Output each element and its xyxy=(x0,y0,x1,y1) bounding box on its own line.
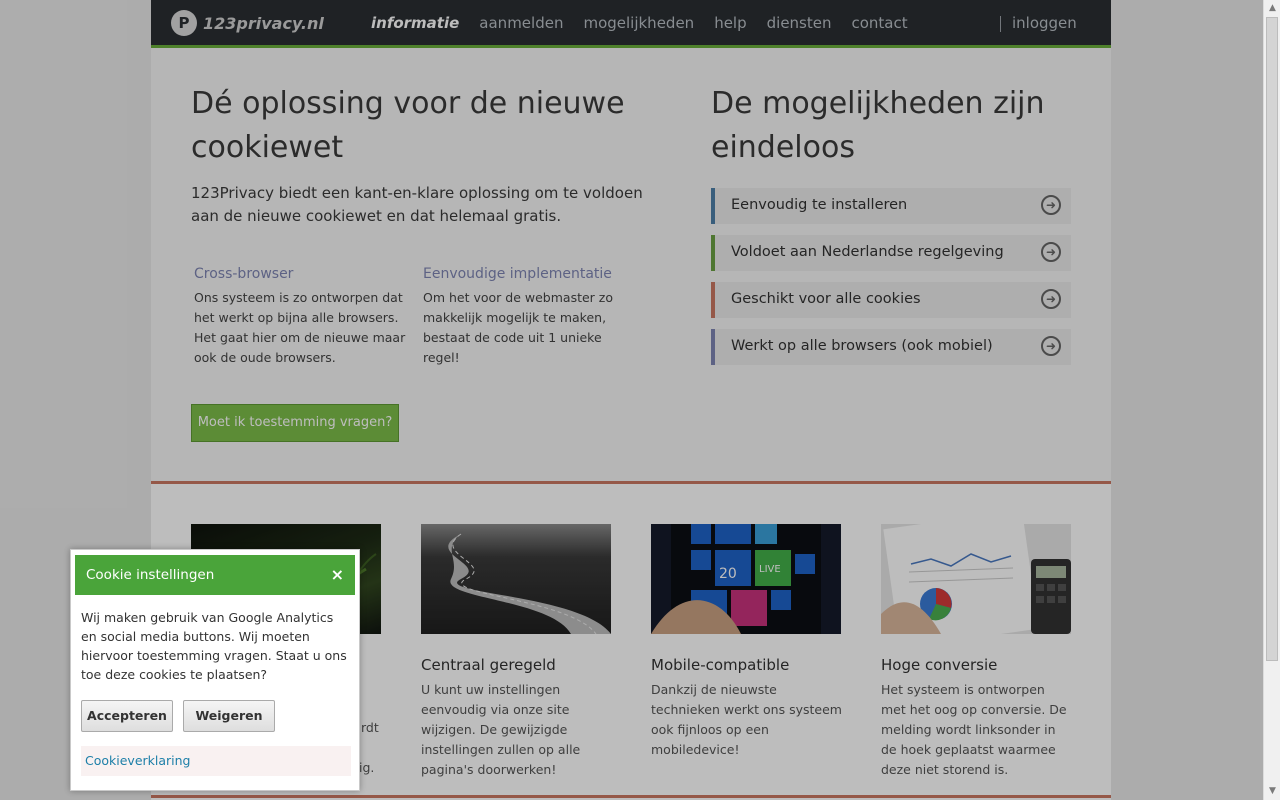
scrollbar-thumb[interactable] xyxy=(1266,17,1278,661)
accept-cookies-button[interactable]: Accepteren xyxy=(81,700,173,732)
cookie-dialog-header: Cookie instellingen × xyxy=(75,555,355,595)
scroll-up-arrow-icon[interactable]: ▲ xyxy=(1264,0,1280,17)
cookie-dialog-title: Cookie instellingen xyxy=(86,567,215,583)
cookie-statement-link[interactable]: Cookieverklaring xyxy=(85,753,191,768)
scroll-down-arrow-icon[interactable]: ▼ xyxy=(1264,783,1280,800)
cookie-dialog-message: Wij maken gebruik van Google Analytics e… xyxy=(81,610,347,682)
close-icon[interactable]: × xyxy=(331,565,344,584)
vertical-scrollbar[interactable]: ▲ ▼ xyxy=(1263,0,1280,800)
cookie-consent-dialog: Cookie instellingen × Wij maken gebruik … xyxy=(70,549,360,791)
decline-cookies-button[interactable]: Weigeren xyxy=(183,700,275,732)
cookie-dialog-footer: Cookieverklaring xyxy=(81,746,351,776)
